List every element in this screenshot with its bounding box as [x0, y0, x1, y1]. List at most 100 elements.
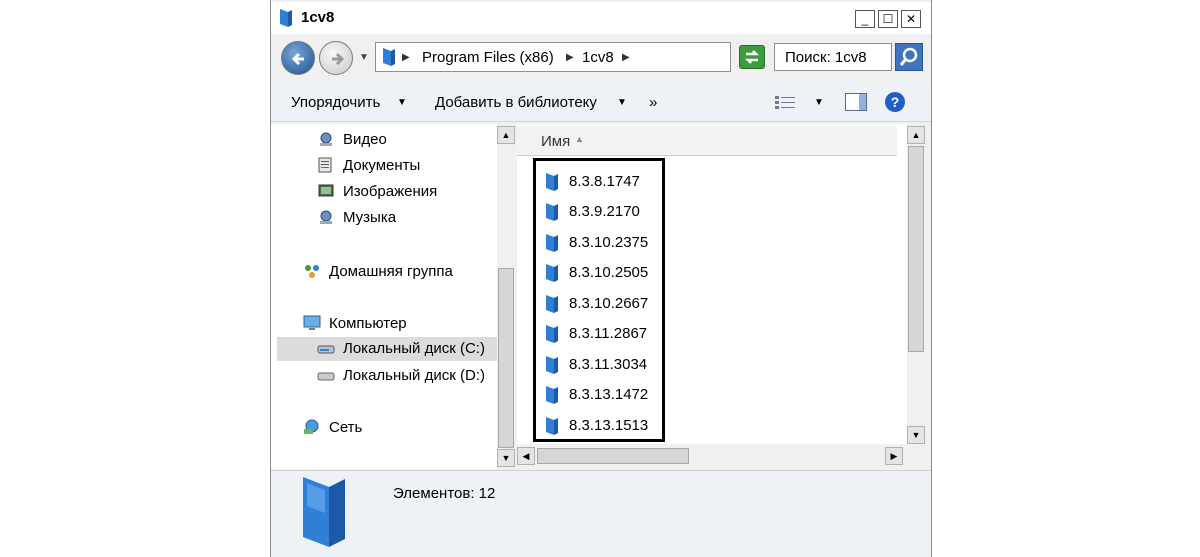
- folder-icon: [303, 477, 345, 547]
- minimize-button[interactable]: _: [855, 10, 875, 28]
- scrollbar-track[interactable]: [498, 144, 514, 264]
- network-icon: [304, 419, 319, 434]
- video-library-icon: [320, 132, 332, 146]
- column-header-name[interactable]: Имя ▲: [517, 126, 897, 156]
- nav-item-drive-d[interactable]: Локальный диск (D:): [317, 364, 497, 388]
- nav-item-label: Музыка: [343, 209, 397, 226]
- window-title: 1cv8: [301, 9, 335, 26]
- nav-item-network[interactable]: Сеть: [303, 416, 493, 440]
- nav-item-documents[interactable]: Документы: [317, 154, 487, 178]
- nav-item-label: Видео: [343, 131, 387, 148]
- folder-icon: [546, 173, 558, 191]
- address-box[interactable]: ▶ Program Files (x86) ▶ 1cv8 ▶ ▼: [375, 42, 818, 72]
- search-button[interactable]: [895, 43, 923, 71]
- folder-icon: [546, 325, 558, 343]
- add-to-library-button[interactable]: Добавить в библиотеку: [435, 94, 597, 111]
- folder-icon: [546, 356, 558, 374]
- folder-icon: [546, 203, 558, 221]
- nav-item-label: Документы: [343, 157, 421, 174]
- music-library-icon: [320, 210, 332, 224]
- nav-item-label: Компьютер: [329, 315, 407, 332]
- maximize-button[interactable]: ☐: [878, 10, 898, 28]
- breadcrumb-arrow-icon[interactable]: ▶: [566, 52, 574, 63]
- homegroup-icon: [305, 265, 319, 278]
- forward-button[interactable]: [319, 41, 353, 75]
- navigation-pane: Видео Документы Изображения Музыка Домаш…: [271, 124, 497, 469]
- chevron-down-icon[interactable]: ▼: [397, 97, 407, 108]
- file-name: 8.3.9.2170: [569, 203, 640, 220]
- folder-icon: [546, 234, 558, 252]
- pictures-library-icon: [318, 184, 334, 197]
- chevron-down-icon[interactable]: ▼: [617, 97, 627, 108]
- nav-item-label: Изображения: [343, 183, 438, 200]
- breadcrumb-1cv8[interactable]: 1cv8: [582, 49, 614, 66]
- folder-icon: [546, 386, 558, 404]
- file-name: 8.3.11.3034: [569, 356, 648, 373]
- nav-item-label: Домашняя группа: [329, 263, 453, 280]
- command-toolbar: Упорядочить ▼ Добавить в библиотеку ▼ » …: [271, 82, 931, 122]
- scroll-right-button[interactable]: ▶: [885, 447, 903, 465]
- scroll-down-button[interactable]: ▼: [497, 449, 515, 467]
- nav-item-drive-c[interactable]: Локальный диск (C:): [277, 337, 497, 361]
- nav-item-video[interactable]: Видео: [317, 128, 487, 152]
- preview-pane-icon[interactable]: [845, 93, 867, 111]
- title-bar[interactable]: 1cv8 _ ☐ ✕: [271, 2, 931, 34]
- nav-item-label: Сеть: [329, 419, 363, 436]
- folder-icon: [546, 295, 558, 313]
- file-name: 8.3.10.2505: [569, 264, 649, 281]
- computer-icon: [303, 315, 321, 330]
- folder-icon: [546, 264, 558, 282]
- more-commands-button[interactable]: »: [649, 94, 657, 111]
- recent-pages-dropdown[interactable]: ▼: [359, 52, 369, 63]
- back-button[interactable]: [281, 41, 315, 75]
- nav-item-label: Локальный диск (D:): [343, 367, 485, 384]
- chevron-down-icon[interactable]: ▼: [814, 97, 824, 108]
- scroll-up-button[interactable]: ▲: [497, 126, 515, 144]
- refresh-icon: [744, 50, 760, 64]
- documents-library-icon: [318, 157, 332, 173]
- file-name: 8.3.10.2375: [569, 234, 649, 251]
- scrollbar-thumb[interactable]: [537, 448, 689, 464]
- forward-arrow-icon: [332, 52, 345, 66]
- search-input[interactable]: Поиск: 1cv8: [774, 43, 892, 71]
- refresh-button[interactable]: [739, 45, 765, 69]
- file-name: 8.3.13.1513: [569, 417, 649, 434]
- file-name: 8.3.8.1747: [569, 173, 640, 190]
- sort-ascending-icon: ▲: [575, 134, 584, 144]
- file-name: 8.3.11.2867: [569, 325, 648, 342]
- filelist-scrollbar[interactable]: ▲ ▼: [907, 124, 925, 446]
- scroll-down-button[interactable]: ▼: [907, 426, 925, 444]
- file-list-pane: Имя ▲ 8.3.8.1747 8.3.9.2170 8.3.10.2375 …: [517, 124, 907, 444]
- navpane-scrollbar[interactable]: ▲ ▼: [497, 124, 515, 469]
- explorer-window: 1cv8 _ ☐ ✕ ▼ ▶ Program Files (x86) ▶ 1cv…: [270, 0, 932, 557]
- view-options-icon[interactable]: [775, 95, 797, 111]
- folder-icon: [383, 48, 395, 66]
- file-name: 8.3.13.1472: [569, 386, 649, 403]
- folder-icon: [280, 9, 292, 27]
- breadcrumb-arrow-icon[interactable]: ▶: [622, 52, 630, 63]
- scrollbar-thumb[interactable]: [908, 146, 924, 352]
- drive-d-icon: [317, 372, 335, 381]
- search-icon: [899, 47, 918, 66]
- breadcrumb-arrow-icon[interactable]: ▶: [402, 52, 410, 63]
- back-arrow-icon: [291, 52, 304, 66]
- help-icon[interactable]: ?: [885, 92, 905, 112]
- nav-item-computer[interactable]: Компьютер: [303, 312, 493, 336]
- horizontal-scrollbar[interactable]: ◀ ▶: [515, 446, 907, 466]
- nav-item-pictures[interactable]: Изображения: [317, 180, 487, 204]
- file-name: 8.3.10.2667: [569, 295, 649, 312]
- nav-item-music[interactable]: Музыка: [317, 206, 487, 230]
- breadcrumb-program-files[interactable]: Program Files (x86): [422, 49, 554, 66]
- nav-item-label: Локальный диск (C:): [343, 340, 485, 357]
- details-pane: Элементов: 12: [271, 471, 931, 557]
- scroll-left-button[interactable]: ◀: [517, 447, 535, 465]
- organize-button[interactable]: Упорядочить: [291, 94, 380, 111]
- close-button[interactable]: ✕: [901, 10, 921, 28]
- drive-c-icon: [317, 345, 335, 354]
- column-header-label: Имя: [541, 133, 571, 150]
- scrollbar-thumb[interactable]: [498, 268, 514, 448]
- scroll-up-button[interactable]: ▲: [907, 126, 925, 144]
- item-count: Элементов: 12: [393, 485, 496, 502]
- nav-item-homegroup[interactable]: Домашняя группа: [303, 260, 493, 284]
- folder-icon: [546, 417, 558, 435]
